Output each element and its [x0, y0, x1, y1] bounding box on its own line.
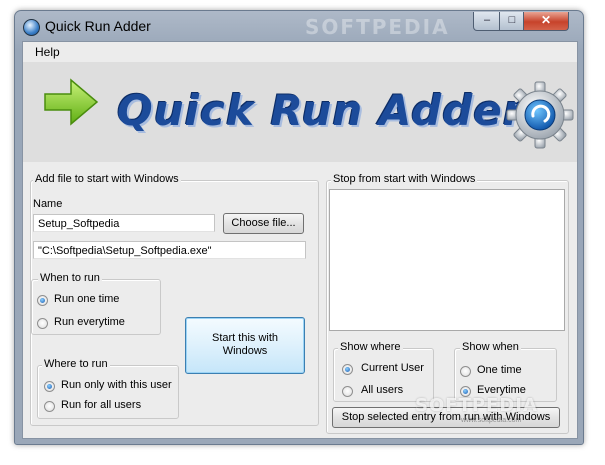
menu-help[interactable]: Help — [35, 45, 60, 59]
add-file-legend: Add file to start with Windows — [33, 173, 181, 185]
where-to-run-legend: Where to run — [42, 358, 110, 370]
gear-icon — [506, 81, 574, 149]
run-one-time-label[interactable]: Run one time — [54, 293, 119, 305]
name-field[interactable]: Setup_Softpedia — [33, 214, 215, 232]
path-field[interactable]: "C:\Softpedia\Setup_Softpedia.exe" — [33, 241, 306, 259]
close-button[interactable]: ✕ — [523, 12, 569, 31]
name-label: Name — [33, 198, 63, 210]
run-all-users-radio[interactable] — [44, 401, 55, 412]
maximize-button[interactable]: □ — [499, 12, 525, 31]
all-users-radio[interactable] — [342, 386, 353, 397]
app-icon[interactable] — [23, 19, 40, 36]
startup-entries-list[interactable] — [329, 189, 565, 331]
all-users-label[interactable]: All users — [361, 384, 403, 396]
one-time-radio[interactable] — [460, 366, 471, 377]
run-one-time-radio[interactable] — [37, 295, 48, 306]
client-area: Help Quick Run Adder Add file to start w… — [22, 41, 578, 439]
start-button-line1: Start this with — [211, 332, 279, 344]
choose-file-button[interactable]: Choose file... — [223, 213, 304, 234]
softpedia-watermark: SOFTPEDIA — [415, 395, 538, 416]
stop-group-legend: Stop from start with Windows — [331, 173, 478, 185]
run-everytime-label[interactable]: Run everytime — [54, 316, 125, 328]
softpedia-url: www.softpedia.com — [461, 417, 522, 424]
when-to-run-group: When to run Run one time Run everytime — [31, 272, 161, 335]
where-to-run-group: Where to run Run only with this user Run… — [37, 358, 179, 419]
run-everytime-radio[interactable] — [37, 318, 48, 329]
menu-bar: Help — [23, 42, 577, 62]
window-title: Quick Run Adder — [45, 18, 151, 34]
add-file-group: Add file to start with Windows Name Setu… — [30, 173, 319, 426]
start-button-line2: Windows — [222, 345, 268, 357]
titlebar-watermark: SOFTPEDIA — [305, 15, 450, 39]
minimize-button[interactable]: – — [473, 12, 501, 31]
show-when-group: Show when One time Everytime — [454, 341, 557, 402]
current-user-radio[interactable] — [342, 364, 353, 375]
show-when-legend: Show when — [460, 341, 521, 353]
banner: Quick Run Adder — [23, 62, 577, 162]
when-to-run-legend: When to run — [38, 272, 102, 284]
app-window: Quick Run Adder SOFTPEDIA – □ ✕ Help Qui… — [14, 10, 584, 445]
banner-title: Quick Run Adder — [117, 86, 525, 135]
run-this-user-label[interactable]: Run only with this user — [61, 379, 172, 391]
title-bar[interactable]: Quick Run Adder SOFTPEDIA – □ ✕ — [15, 11, 583, 41]
start-with-windows-button[interactable]: Start this with Windows — [185, 317, 305, 374]
current-user-label[interactable]: Current User — [361, 362, 424, 374]
show-where-legend: Show where — [338, 341, 403, 353]
run-this-user-radio[interactable] — [44, 381, 55, 392]
show-where-group: Show where Current User All users — [333, 341, 434, 402]
one-time-label[interactable]: One time — [477, 364, 522, 376]
green-arrow-icon — [44, 78, 99, 126]
run-all-users-label[interactable]: Run for all users — [61, 399, 141, 411]
